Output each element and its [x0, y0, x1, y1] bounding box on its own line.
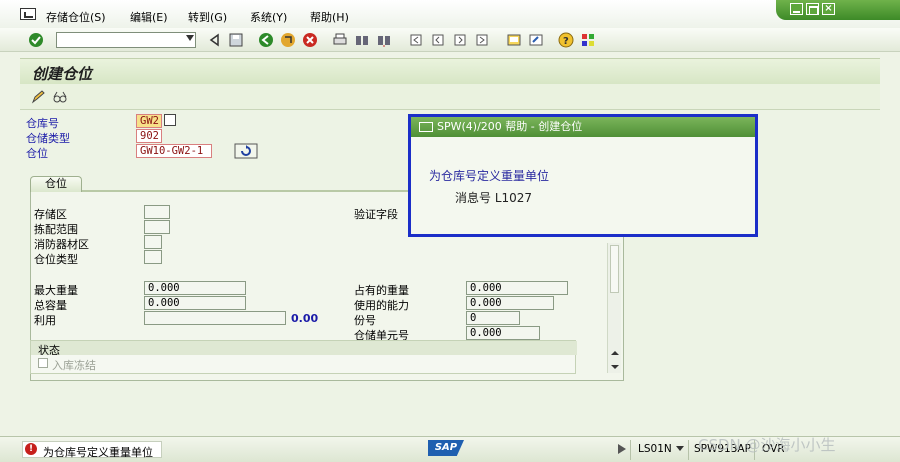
used-capacity-field[interactable]: 0.000 — [466, 296, 554, 310]
page-title: 创建仓位 — [32, 65, 93, 83]
bin-type-label: 仓位类型 — [34, 253, 78, 266]
print-icon[interactable] — [332, 32, 348, 48]
system-menu-icon[interactable] — [20, 8, 36, 20]
picking-area-label: 拣配范围 — [34, 223, 78, 236]
quants-label: 份号 — [354, 314, 376, 327]
chevron-down-icon[interactable] — [676, 446, 684, 452]
window-icon — [419, 122, 433, 132]
first-page-icon[interactable] — [408, 32, 424, 48]
new-session-icon[interactable] — [506, 32, 522, 48]
storage-section-field[interactable] — [144, 205, 170, 219]
refresh-icon[interactable] — [234, 143, 258, 159]
popup-header: SPW(4)/200 帮助 - 创建仓位 — [411, 117, 755, 137]
verification-label: 验证字段 — [354, 208, 398, 221]
match-code-icon[interactable] — [164, 114, 176, 126]
sap-window: 存储仓位(S) 编辑(E) 转到(G) 系统(Y) 帮助(H) × ? 创建仓位… — [0, 0, 900, 462]
application-toolbar — [20, 84, 880, 110]
max-weight-field[interactable]: 0.000 — [144, 281, 246, 295]
last-page-icon[interactable] — [474, 32, 490, 48]
exit-icon[interactable] — [280, 32, 296, 48]
minimize-icon[interactable] — [790, 3, 803, 15]
storage-section-label: 存储区 — [34, 208, 67, 221]
system-id: LS01N — [638, 443, 672, 455]
status-separator — [688, 440, 689, 460]
play-icon[interactable] — [618, 444, 626, 454]
help-popup: SPW(4)/200 帮助 - 创建仓位 为仓库号定义重量单位 消息号 L102… — [408, 114, 758, 237]
svg-text:?: ? — [563, 36, 569, 47]
error-icon: ! — [25, 443, 37, 455]
popup-message-number: 消息号 L1027 — [455, 191, 533, 205]
menu-edit[interactable]: 编辑(E) — [130, 9, 168, 25]
utilization-label: 利用 — [34, 314, 56, 327]
menu-bar: 存储仓位(S) 编辑(E) 转到(G) 系统(Y) 帮助(H) × — [0, 0, 900, 28]
back-arrow-icon[interactable] — [206, 32, 222, 48]
scroll-up-icon[interactable] — [611, 349, 619, 357]
status-group — [30, 340, 577, 374]
bin-field[interactable]: GW10-GW2-1 — [136, 144, 212, 158]
occupied-weight-label: 占有的重量 — [354, 284, 409, 297]
prev-page-icon[interactable] — [430, 32, 446, 48]
watermark: CSDN @沙海小小生 — [698, 436, 836, 454]
bin-label: 仓位 — [26, 147, 48, 160]
fire-area-label: 消防器材区 — [34, 238, 89, 251]
status-group-label: 状态 — [38, 344, 60, 357]
title-bar: 创建仓位 — [20, 58, 880, 84]
popup-title: SPW(4)/200 帮助 - 创建仓位 — [437, 120, 583, 133]
total-capacity-label: 总容量 — [34, 299, 67, 312]
quants-field[interactable]: 0 — [466, 311, 520, 325]
find-icon[interactable] — [354, 32, 370, 48]
menu-storage-bin[interactable]: 存储仓位(S) — [46, 9, 106, 25]
tab-storage-bin[interactable]: 仓位 — [30, 176, 82, 192]
used-capacity-label: 使用的能力 — [354, 299, 409, 312]
max-weight-label: 最大重量 — [34, 284, 78, 297]
fire-area-field[interactable] — [144, 235, 162, 249]
cancel-icon[interactable] — [302, 32, 318, 48]
save-icon[interactable] — [228, 32, 244, 48]
storage-type-label: 仓储类型 — [26, 132, 70, 145]
glasses-icon[interactable] — [52, 89, 68, 105]
warehouse-field[interactable]: GW2 — [136, 114, 162, 128]
picking-area-field[interactable] — [144, 220, 170, 234]
layout-menu-icon[interactable] — [580, 32, 596, 48]
occupied-weight-field[interactable]: 0.000 — [466, 281, 568, 295]
command-field[interactable] — [56, 32, 196, 48]
status-separator — [630, 440, 631, 460]
warehouse-label: 仓库号 — [26, 117, 59, 130]
storage-type-field[interactable]: 902 — [136, 129, 162, 143]
find-next-icon[interactable] — [376, 32, 392, 48]
window-controls: × — [776, 0, 900, 20]
chevron-down-icon[interactable] — [186, 35, 194, 41]
scroll-down-icon[interactable] — [611, 363, 619, 371]
utilization-bar — [144, 311, 286, 325]
maximize-icon[interactable] — [806, 3, 819, 15]
putaway-block-label: 入库冻结 — [52, 359, 96, 372]
status-group-header — [31, 341, 577, 355]
next-page-icon[interactable] — [452, 32, 468, 48]
putaway-block-checkbox[interactable] — [38, 358, 48, 368]
popup-message: 为仓库号定义重量单位 — [429, 169, 550, 183]
vertical-scrollbar[interactable] — [607, 243, 621, 373]
utilization-value: 0.00 — [291, 312, 319, 325]
enter-icon[interactable] — [28, 32, 44, 48]
menu-help[interactable]: 帮助(H) — [310, 9, 349, 25]
shortcut-icon[interactable] — [528, 32, 544, 48]
back-icon[interactable] — [258, 32, 274, 48]
help-icon[interactable]: ? — [558, 32, 574, 48]
storage-units-field[interactable]: 0.000 — [466, 326, 540, 340]
close-icon[interactable]: × — [822, 3, 835, 15]
total-capacity-field[interactable]: 0.000 — [144, 296, 246, 310]
menu-system[interactable]: 系统(Y) — [250, 9, 287, 25]
pencil-icon[interactable] — [30, 89, 46, 105]
scrollbar-thumb[interactable] — [610, 245, 619, 293]
bin-type-field[interactable] — [144, 250, 162, 264]
status-message: 为仓库号定义重量单位 — [43, 446, 153, 459]
menu-goto[interactable]: 转到(G) — [188, 9, 227, 25]
